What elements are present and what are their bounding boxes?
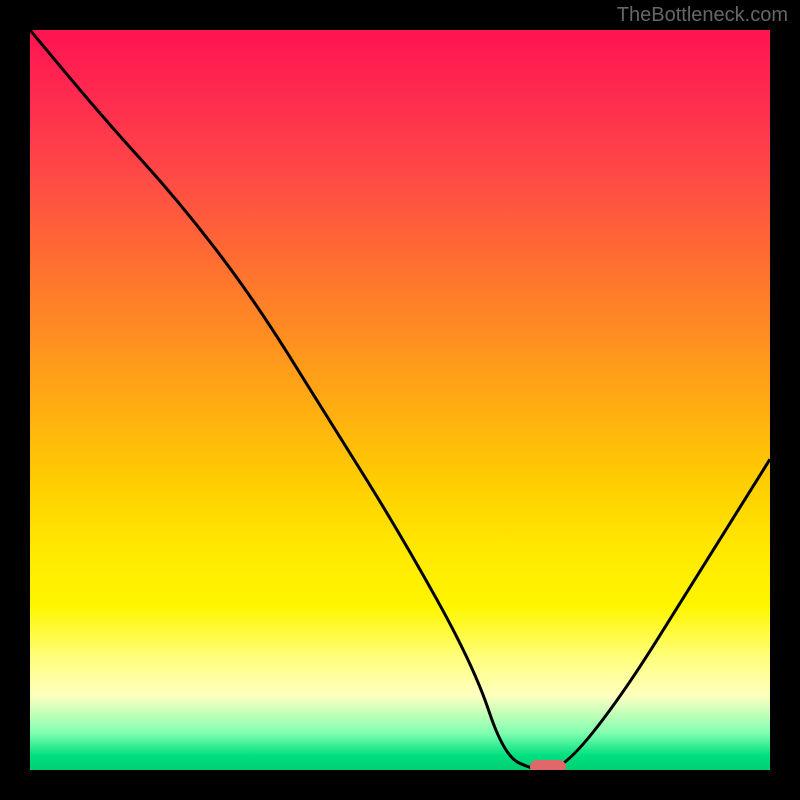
curve-path — [30, 30, 770, 770]
watermark-text: TheBottleneck.com — [617, 4, 788, 27]
optimal-marker — [530, 760, 566, 770]
plot-area — [30, 30, 770, 770]
bottleneck-curve — [30, 30, 770, 770]
